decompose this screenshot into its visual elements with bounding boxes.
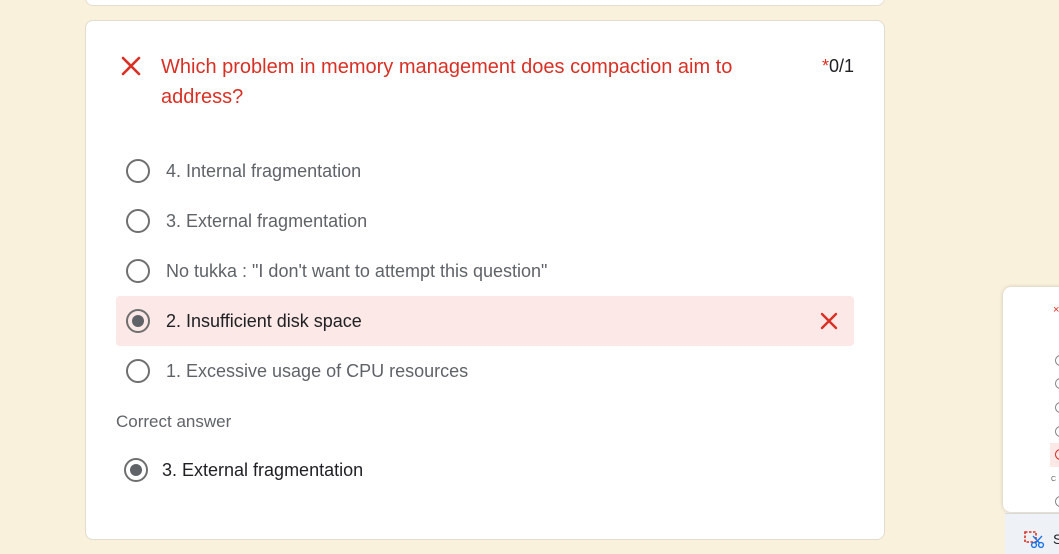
mini-radio-icon — [1055, 449, 1059, 460]
radio-button-correct — [124, 458, 148, 482]
option-label: 2. Insufficient disk space — [166, 310, 362, 331]
option-label: 4. Internal fragmentation — [166, 160, 362, 181]
option-label: 3. External fragmentation — [166, 210, 368, 231]
correct-answer-heading: Correct answer — [116, 412, 232, 431]
required-asterisk: * — [821, 56, 829, 76]
side-window-x-icon: × — [1053, 304, 1059, 316]
mini-radio-icon — [1055, 355, 1059, 366]
option-row[interactable]: 4. Internal fragmentation — [116, 146, 854, 196]
side-window-text: C — [1051, 476, 1057, 483]
mini-wrong-row — [1050, 443, 1059, 467]
wrong-answer-x-icon — [820, 312, 838, 330]
mini-radio-icon — [1055, 378, 1059, 389]
incorrect-x-icon — [121, 56, 141, 76]
option-row[interactable]: No tukka : "I don't want to attempt this… — [116, 246, 854, 296]
taskbar-label: S — [1053, 531, 1059, 547]
option-row-selected-wrong[interactable]: 2. Insufficient disk space — [116, 296, 854, 346]
mini-radio-icon — [1055, 426, 1059, 437]
radio-button[interactable] — [126, 159, 150, 183]
radio-button[interactable] — [126, 259, 150, 283]
option-row[interactable]: 1. Excessive usage of CPU resources — [116, 346, 854, 396]
side-window-edge[interactable]: × C — [1003, 287, 1059, 512]
radio-button-selected[interactable] — [126, 309, 150, 333]
option-label: No tukka : "I don't want to attempt this… — [166, 260, 548, 281]
snipping-tool-icon[interactable] — [1024, 531, 1046, 549]
radio-button[interactable] — [126, 359, 150, 383]
option-row[interactable]: 3. External fragmentation — [116, 196, 854, 246]
score-value: 0/1 — [828, 56, 854, 76]
mini-radio-icon — [1055, 402, 1059, 413]
radio-button[interactable] — [126, 209, 150, 233]
mini-radio-icon — [1055, 496, 1059, 507]
question-score: *0/1 — [822, 56, 854, 77]
question-card: Which problem in memory management does … — [85, 20, 885, 540]
option-label: 1. Excessive usage of CPU resources — [166, 360, 469, 381]
correct-answer-label: 3. External fragmentation — [162, 459, 364, 480]
question-text: Which problem in memory management does … — [161, 56, 733, 108]
correct-answer-option: 3. External fragmentation — [124, 457, 363, 483]
previous-question-card — [85, 0, 885, 6]
